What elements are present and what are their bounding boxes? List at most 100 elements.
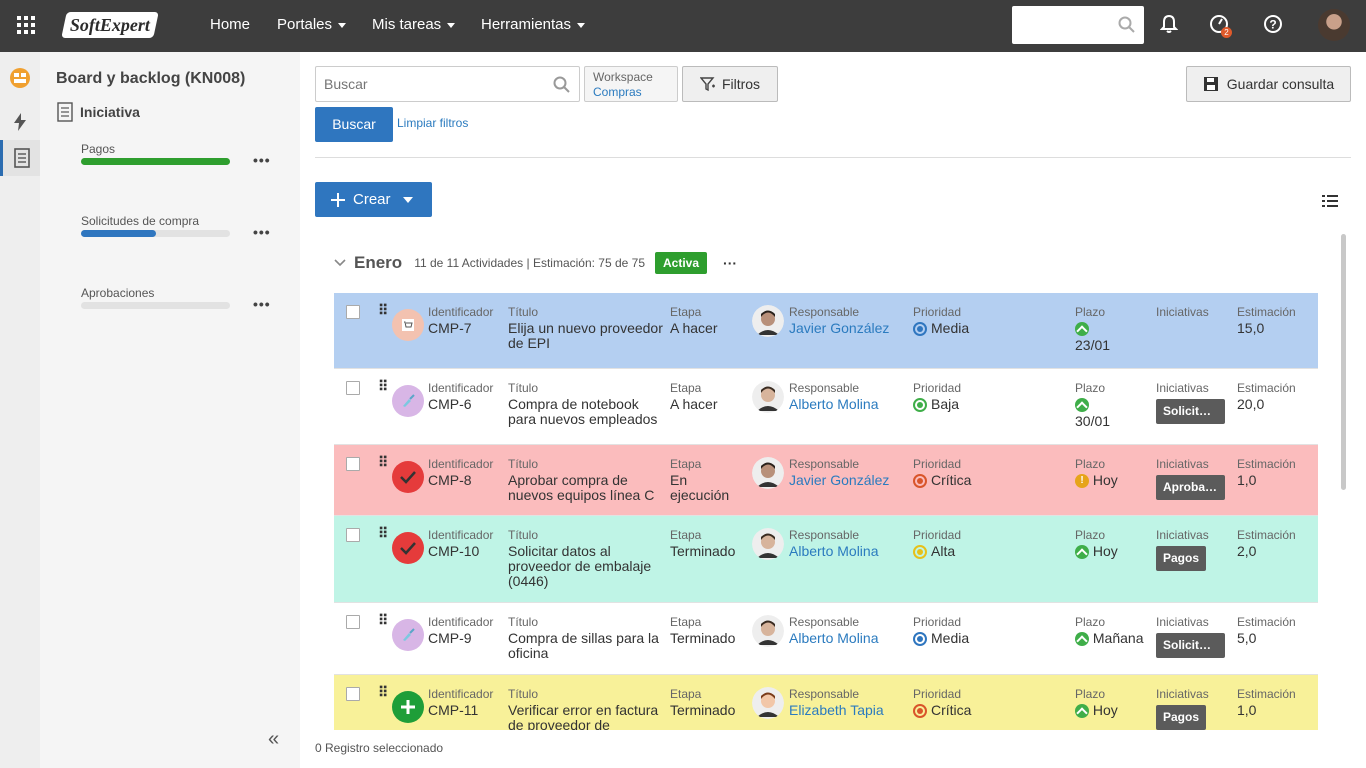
- notification-badge: 2: [1221, 27, 1232, 38]
- field-label: Título: [508, 687, 539, 701]
- rail-activity[interactable]: [0, 104, 40, 140]
- filters-label: Filtros: [721, 76, 761, 92]
- save-query-button[interactable]: Guardar consulta: [1186, 66, 1351, 102]
- nav-herramientas[interactable]: Herramientas: [481, 0, 586, 52]
- task-title[interactable]: Compra de sillas para la oficina: [508, 631, 664, 661]
- check-icon: [392, 532, 424, 564]
- owner-link[interactable]: Javier González: [789, 473, 909, 488]
- avatar: [752, 381, 784, 413]
- initiative-tag[interactable]: Solicitudes de compra: [1156, 399, 1225, 424]
- clear-filters-link[interactable]: Limpiar filtros: [397, 116, 468, 130]
- brush-icon: [392, 619, 424, 651]
- owner-link[interactable]: Alberto Molina: [789, 631, 909, 646]
- list-view-icon[interactable]: [1322, 194, 1338, 208]
- task-id[interactable]: CMP-9: [428, 631, 500, 646]
- task-id[interactable]: CMP-7: [428, 321, 500, 336]
- task-id[interactable]: CMP-8: [428, 473, 500, 488]
- priority-icon: [913, 397, 927, 412]
- owner-link[interactable]: Javier González: [789, 321, 909, 336]
- initiative-tag[interactable]: Solicitudes de compra: [1156, 633, 1225, 658]
- field-label: Iniciativas: [1156, 687, 1209, 701]
- chevron-down-icon: [577, 22, 586, 28]
- search-box[interactable]: [315, 66, 580, 102]
- table-row[interactable]: ⠿ Identificador CMP-6 Título Compra de noteb…: [334, 369, 1318, 445]
- more-options-icon[interactable]: •••: [253, 296, 271, 312]
- global-search-input[interactable]: [1012, 6, 1144, 44]
- initiatives-heading-label: Iniciativa: [80, 104, 140, 120]
- scrollbar[interactable]: [1341, 234, 1346, 490]
- logo[interactable]: SoftExpert: [61, 12, 159, 38]
- table-row[interactable]: ⠿ Identificador CMP-11 Título Verificar erro…: [334, 675, 1318, 730]
- table-row[interactable]: ⠿ Identificador CMP-8 Título Aprobar compra …: [334, 445, 1318, 516]
- row-checkbox[interactable]: [346, 457, 360, 471]
- field-label: Etapa: [670, 687, 702, 701]
- owner-link[interactable]: Alberto Molina: [789, 544, 909, 559]
- initiative-tag[interactable]: Pagos: [1156, 546, 1207, 571]
- workspace-value: Compras: [593, 85, 642, 99]
- chevron-down-icon[interactable]: [334, 257, 346, 269]
- drag-handle-icon[interactable]: ⠿: [378, 526, 388, 540]
- nav-mis-tareas[interactable]: Mis tareas: [372, 0, 456, 52]
- field-label: Prioridad: [913, 615, 962, 629]
- drag-handle-icon[interactable]: ⠿: [378, 303, 388, 317]
- task-id[interactable]: CMP-11: [428, 703, 500, 718]
- rail-board[interactable]: [0, 60, 40, 96]
- owner-link[interactable]: Elizabeth Tapia: [789, 703, 909, 718]
- nav-portales[interactable]: Portales: [277, 0, 347, 52]
- board-title: Board y backlog (KN008): [56, 70, 246, 87]
- chevron-down-icon: [338, 22, 347, 28]
- more-options-icon[interactable]: ···: [723, 255, 737, 271]
- arrow-up-icon: [1075, 632, 1089, 647]
- task-title[interactable]: Verificar error en factura de proveedor …: [508, 703, 664, 731]
- filters-button[interactable]: Filtros: [682, 66, 778, 102]
- field-label: Estimación: [1237, 687, 1296, 701]
- row-checkbox[interactable]: [346, 615, 360, 629]
- row-checkbox[interactable]: [346, 687, 360, 701]
- more-options-icon[interactable]: •••: [253, 152, 271, 168]
- drag-handle-icon[interactable]: ⠿: [378, 455, 388, 469]
- drag-handle-icon[interactable]: ⠿: [378, 613, 388, 627]
- row-checkbox[interactable]: [346, 528, 360, 542]
- row-checkbox[interactable]: [346, 381, 360, 395]
- help-icon[interactable]: ?: [1263, 14, 1283, 34]
- initiative-tag[interactable]: Aprobaciones: [1156, 475, 1225, 500]
- drag-handle-icon[interactable]: ⠿: [378, 685, 388, 699]
- initiative-tag[interactable]: Pagos: [1156, 705, 1207, 730]
- owner-link[interactable]: Alberto Molina: [789, 397, 909, 412]
- field-label: Etapa: [670, 615, 702, 629]
- search-button[interactable]: Buscar: [315, 107, 393, 142]
- task-id[interactable]: CMP-10: [428, 544, 500, 559]
- task-title[interactable]: Solicitar datos al proveedor de embalaje…: [508, 544, 664, 589]
- task-title[interactable]: Elija un nuevo proveedor de EPI: [508, 321, 664, 351]
- arrow-up-icon: [1075, 704, 1089, 719]
- priority-value: Media: [931, 320, 970, 336]
- initiative-item[interactable]: Pagos •••: [81, 142, 270, 168]
- create-button[interactable]: Crear: [315, 182, 432, 217]
- field-label: Estimación: [1237, 615, 1296, 629]
- task-title[interactable]: Compra de notebook para nuevos empleados: [508, 397, 664, 427]
- drag-handle-icon[interactable]: ⠿: [378, 379, 388, 393]
- initiatives-heading: Iniciativa: [56, 102, 140, 122]
- field-label: Título: [508, 381, 539, 395]
- initiative-item[interactable]: Aprobaciones •••: [81, 286, 270, 312]
- field-label: Iniciativas: [1156, 528, 1209, 542]
- nav-home[interactable]: Home: [210, 0, 250, 52]
- user-avatar[interactable]: [1318, 9, 1350, 41]
- table-row[interactable]: ⠿ Identificador CMP-10 Título Solicitar dato…: [334, 516, 1318, 603]
- field-label: Prioridad: [913, 381, 962, 395]
- table-row[interactable]: ⠿ Identificador CMP-9 Título Compra de silla…: [334, 603, 1318, 675]
- task-title[interactable]: Aprobar compra de nuevos equipos línea C: [508, 473, 664, 503]
- table-row[interactable]: ⠿ Identificador CMP-7 Título Elija un nuevo …: [334, 293, 1318, 369]
- apps-grid-icon[interactable]: [17, 16, 35, 34]
- initiative-item[interactable]: Solicitudes de compra •••: [81, 214, 270, 240]
- more-options-icon[interactable]: •••: [253, 224, 271, 240]
- task-id[interactable]: CMP-6: [428, 397, 500, 412]
- initiative-label: Pagos: [81, 142, 116, 156]
- workspace-selector[interactable]: Workspace Compras: [584, 66, 678, 102]
- search-input[interactable]: [316, 67, 536, 101]
- search-icon: [1118, 16, 1135, 33]
- collapse-panel-icon[interactable]: «: [268, 728, 279, 751]
- bell-icon[interactable]: [1160, 14, 1178, 34]
- row-checkbox[interactable]: [346, 305, 360, 319]
- rail-backlog[interactable]: [0, 140, 40, 176]
